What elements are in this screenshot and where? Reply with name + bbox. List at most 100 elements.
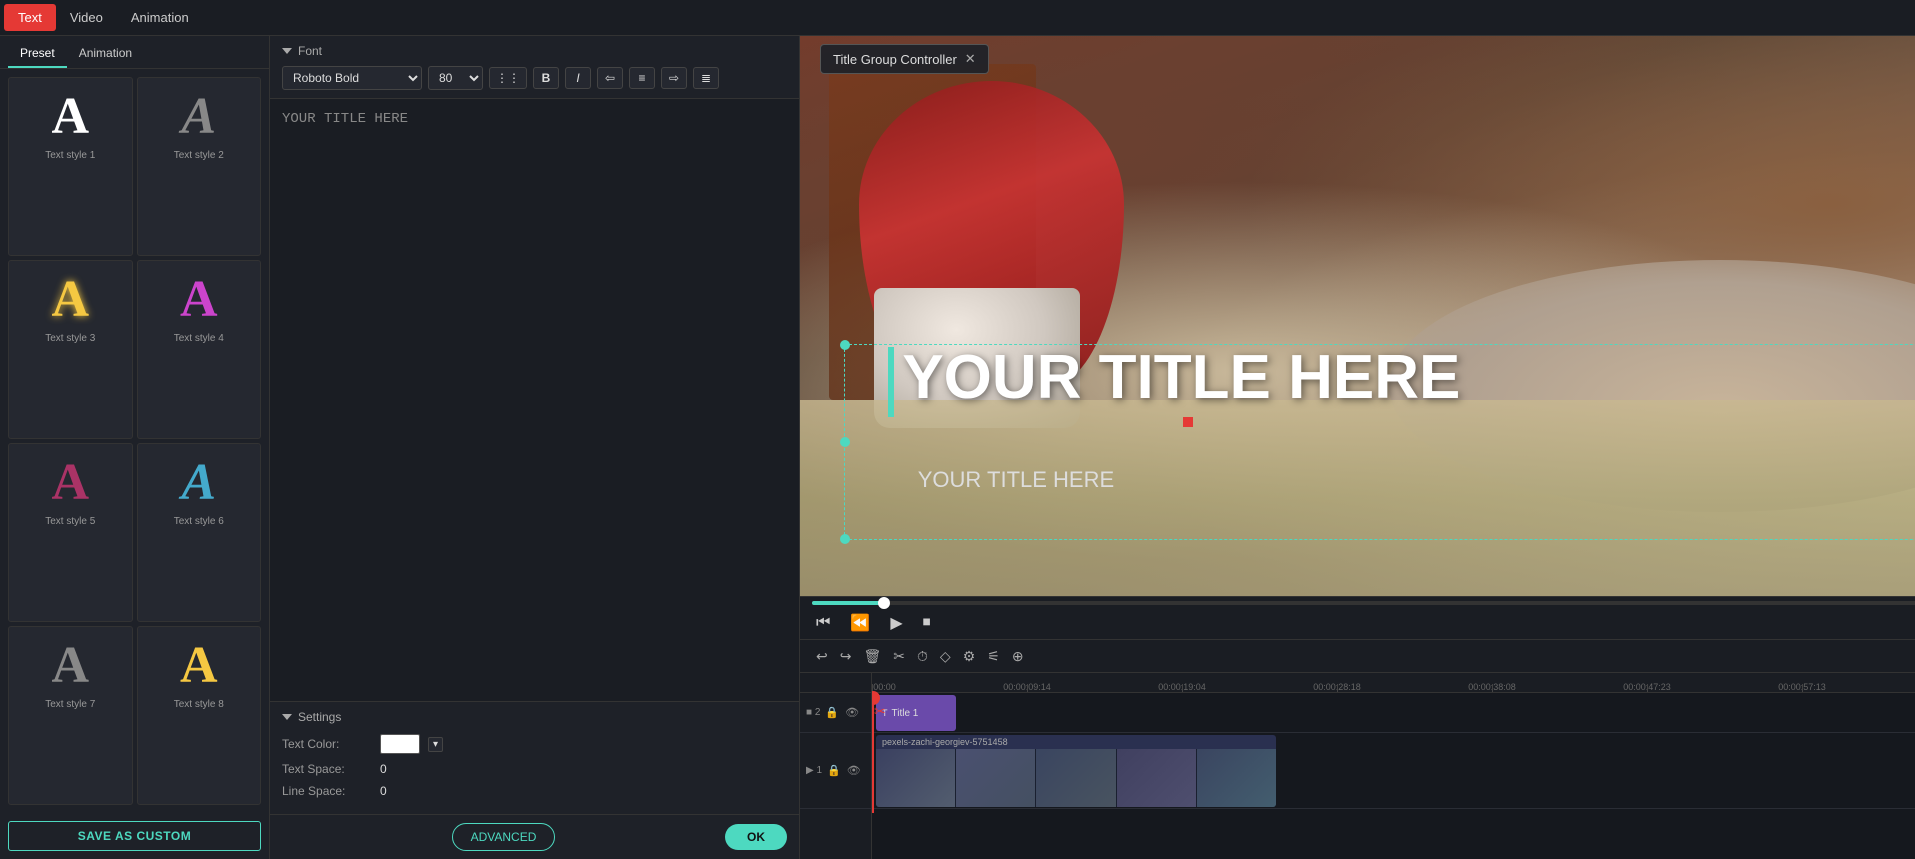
font-name-select[interactable]: Roboto Bold xyxy=(282,66,422,90)
ok-button[interactable]: OK xyxy=(725,824,787,850)
list-item[interactable]: A Text style 6 xyxy=(137,443,262,622)
right-panel: Title Group Controller ✕ YOUR xyxy=(800,36,1915,639)
font-justify-button[interactable]: ≣ xyxy=(693,67,719,89)
cut-button[interactable]: ✂ xyxy=(889,646,909,667)
list-item[interactable]: A Text style 3 xyxy=(8,260,133,439)
tooltip-close-icon[interactable]: ✕ xyxy=(965,51,976,67)
list-item[interactable]: A Text style 4 xyxy=(137,260,262,439)
tab-animation-left[interactable]: Animation xyxy=(67,40,144,68)
title-clip-label: Title 1 xyxy=(892,708,919,719)
tab-animation[interactable]: Animation xyxy=(117,4,203,31)
tab-text[interactable]: Text xyxy=(4,4,56,31)
track-eye-button-2[interactable]: 👁 xyxy=(844,705,860,720)
step-back-button[interactable]: ⏪ xyxy=(846,611,874,635)
timeline-tracks-header: ■ 2 🔒 👁 ▶ 1 🔒 👁 xyxy=(800,673,872,859)
track-row-2: ✂ T Title 1 xyxy=(872,693,1915,733)
ground xyxy=(800,400,1915,596)
line-space-label: Line Space: xyxy=(282,784,372,798)
font-bold-button[interactable]: B xyxy=(533,67,559,89)
top-nav: Text Video Animation xyxy=(0,0,1915,36)
progress-thumb[interactable] xyxy=(878,597,890,609)
text-color-dropdown-button[interactable]: ▾ xyxy=(428,737,443,752)
font-section-header: Font xyxy=(282,44,787,58)
font-toolbar: Roboto Bold 80 ⋮⋮ B I ⇦ ≡ ⇨ ≣ xyxy=(282,66,787,90)
list-item[interactable]: A Text style 7 xyxy=(8,626,133,805)
undo-button[interactable]: ↩ xyxy=(812,646,832,667)
timeline-toolbar: ↩ ↪ 🗑 ✂ ⏱ ◇ ⚙ ⚟ ⊕ ⚙ 🛡 🎤 ✦ ▦ － xyxy=(800,640,1915,673)
font-align-right-button[interactable]: ⇨ xyxy=(661,67,687,89)
title-text-input[interactable]: YOUR TITLE HERE xyxy=(270,99,799,701)
timeline-tracks-area: ✂ T Title 1 pexels-zachi-georgiev-575145… xyxy=(872,693,1915,813)
tab-preset[interactable]: Preset xyxy=(8,40,67,68)
advanced-button[interactable]: ADVANCED xyxy=(452,823,556,851)
title-clip[interactable]: T Title 1 xyxy=(876,695,956,731)
thumb-1 xyxy=(876,749,956,807)
track-number-1: ▶ 1 xyxy=(806,765,822,776)
save-as-custom-button[interactable]: SAVE AS CUSTOM xyxy=(8,821,261,851)
font-size-select[interactable]: 80 xyxy=(428,66,483,90)
track-number-2: ■ 2 xyxy=(806,707,820,718)
text-color-swatch[interactable] xyxy=(380,734,420,754)
track-add-button[interactable]: ⊕ xyxy=(1008,646,1028,667)
list-item[interactable]: A Text style 8 xyxy=(137,626,262,805)
font-italic-button[interactable]: I xyxy=(565,67,591,89)
video-thumbnails xyxy=(876,749,1276,807)
style-preview-3: A xyxy=(30,269,110,329)
thumb-2 xyxy=(956,749,1036,807)
settings-collapse-arrow[interactable] xyxy=(282,714,292,720)
timeline-ruler: 00:00:00:00 00:00:09:14 00:00:19:04 00:0… xyxy=(872,673,1915,693)
ruler-line-2 xyxy=(1182,684,1183,692)
track-lock-button-1[interactable]: 🔒 xyxy=(826,763,842,778)
list-item[interactable]: A Text style 2 xyxy=(137,77,262,256)
title-sub-text: YOUR TITLE HERE xyxy=(918,467,1114,493)
list-item[interactable]: A Text style 5 xyxy=(8,443,133,622)
text-space-label: Text Space: xyxy=(282,762,372,776)
title-main-text: YOUR TITLE HERE xyxy=(888,344,1460,417)
style-preview-6: A xyxy=(159,452,239,512)
track-lock-button-2[interactable]: 🔒 xyxy=(824,705,840,720)
center-panel: Font Roboto Bold 80 ⋮⋮ B I ⇦ ≡ ⇨ ≣ YOUR … xyxy=(270,36,800,859)
font-columns-button[interactable]: ⋮⋮ xyxy=(489,67,527,89)
font-section-label: Font xyxy=(298,44,322,58)
preview-background: Title Group Controller ✕ YOUR xyxy=(800,36,1915,596)
timeline: ↩ ↪ 🗑 ✂ ⏱ ◇ ⚙ ⚟ ⊕ ⚙ 🛡 🎤 ✦ ▦ － xyxy=(800,639,1915,859)
redo-button[interactable]: ↪ xyxy=(836,646,856,667)
tab-video[interactable]: Video xyxy=(56,4,117,31)
timeline-content: 00:00:00:00 00:00:09:14 00:00:19:04 00:0… xyxy=(872,673,1915,859)
title-bar-decoration xyxy=(888,347,894,417)
stop-button[interactable]: ⏹ xyxy=(919,612,935,634)
time-button[interactable]: ⏱ xyxy=(913,646,932,667)
text-color-label: Text Color: xyxy=(282,737,372,751)
keyframe-button[interactable]: ◇ xyxy=(936,646,955,667)
font-section: Font Roboto Bold 80 ⋮⋮ B I ⇦ ≡ ⇨ ≣ xyxy=(270,36,799,99)
play-button[interactable]: ▶ xyxy=(886,611,906,635)
style-label-4: Text style 4 xyxy=(174,333,224,344)
title-controller-label: Title Group Controller xyxy=(833,52,957,67)
style-preview-8: A xyxy=(159,635,239,695)
styles-grid: A Text style 1 A Text style 2 A Text sty… xyxy=(0,69,269,813)
style-label-6: Text style 6 xyxy=(174,516,224,527)
settings-section-header[interactable]: Settings xyxy=(282,710,787,724)
delete-button[interactable]: 🗑 xyxy=(859,646,885,667)
ruler-line-3 xyxy=(1337,684,1338,692)
style-label-2: Text style 2 xyxy=(174,150,224,161)
list-item[interactable]: A Text style 1 xyxy=(8,77,133,256)
video-clip[interactable]: pexels-zachi-georgiev-5751458 xyxy=(876,735,1276,807)
ruler-line-6 xyxy=(1802,684,1803,692)
line-space-row: Line Space: 0 xyxy=(282,784,787,798)
font-collapse-arrow[interactable] xyxy=(282,48,292,54)
skip-back-button[interactable]: ⏮ xyxy=(812,612,834,634)
text-space-row: Text Space: 0 xyxy=(282,762,787,776)
track-eye-button-1[interactable]: 👁 xyxy=(846,763,862,778)
multitrack-button[interactable]: ⚟ xyxy=(983,646,1004,667)
ruler-spacer xyxy=(800,673,871,693)
thumb-5 xyxy=(1197,749,1276,807)
text-space-value: 0 xyxy=(380,762,410,776)
font-align-center-button[interactable]: ≡ xyxy=(629,67,655,89)
style-preview-4: A xyxy=(159,269,239,329)
style-preview-1: A xyxy=(30,86,110,146)
sliders-button[interactable]: ⚙ xyxy=(959,646,980,667)
font-align-left-button[interactable]: ⇦ xyxy=(597,67,623,89)
preview-area: Title Group Controller ✕ YOUR xyxy=(800,36,1915,596)
progress-bar[interactable]: { } 00:00:02:00 xyxy=(812,601,1915,605)
